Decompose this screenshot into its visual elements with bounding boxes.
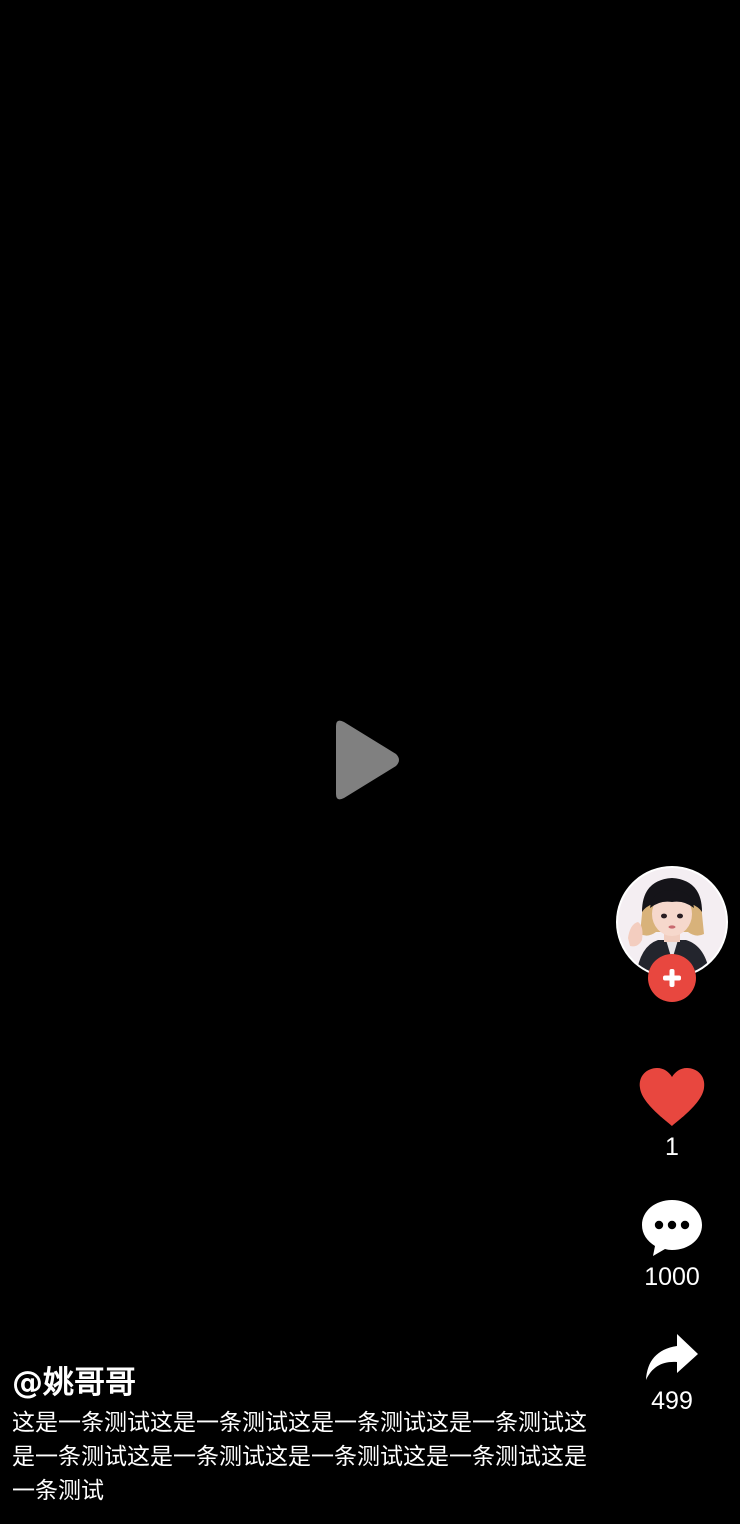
follow-button[interactable] [648, 954, 696, 1002]
share-action[interactable]: 499 [604, 1332, 740, 1416]
play-button[interactable] [330, 716, 406, 804]
author-avatar-group [616, 866, 728, 1002]
comment-count: 1000 [644, 1263, 700, 1291]
like-count: 1 [665, 1133, 679, 1161]
like-action[interactable]: 1 [604, 1066, 740, 1162]
video-info: @姚哥哥 这是一条测试这是一条测试这是一条测试这是一条测试这是一条测试这是一条测… [12, 1362, 602, 1508]
comment-action[interactable]: 1000 [604, 1198, 740, 1292]
author-handle[interactable]: @姚哥哥 [12, 1362, 602, 1404]
play-icon [336, 720, 399, 800]
comment-bubble-icon[interactable] [640, 1198, 704, 1258]
video-caption: 这是一条测试这是一条测试这是一条测试这是一条测试这是一条测试这是一条测试这是一条… [12, 1410, 587, 1504]
plus-icon [663, 969, 681, 987]
video-player[interactable] [0, 0, 740, 1524]
share-count: 499 [651, 1387, 693, 1415]
heart-icon[interactable] [638, 1066, 706, 1128]
share-arrow-icon[interactable] [644, 1332, 700, 1382]
